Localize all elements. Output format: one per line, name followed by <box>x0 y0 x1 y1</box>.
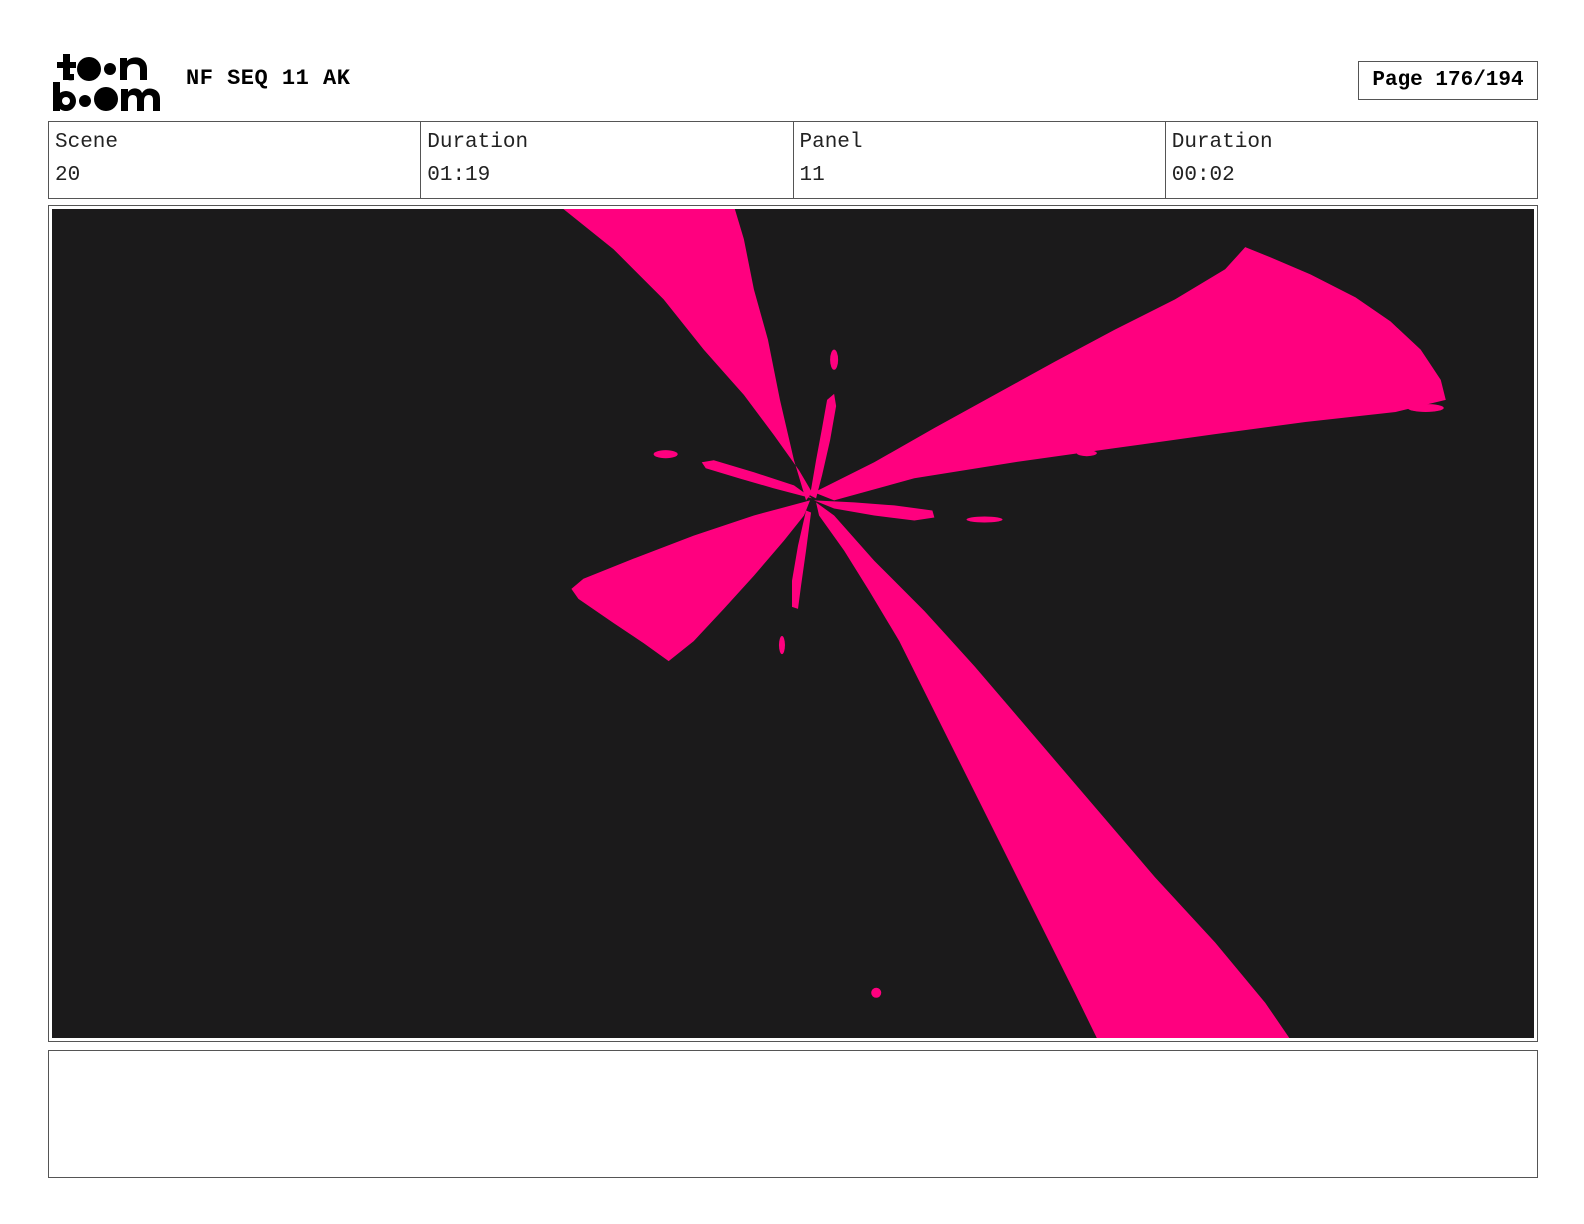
storyboard-panel-image <box>52 209 1534 1038</box>
scene-duration-value: 01:19 <box>427 164 491 187</box>
panel-value: 11 <box>799 164 825 187</box>
scene-duration-label: Duration <box>427 131 529 154</box>
burst-wedge-right <box>814 247 1446 501</box>
burst-beam-top <box>563 209 813 501</box>
scene-cell: Scene 20 <box>49 122 420 198</box>
burst-fleck <box>653 450 678 459</box>
pink-burst-drawing <box>563 209 1446 1038</box>
burst-fleck <box>1407 403 1444 412</box>
project-title: NF SEQ 11 AK <box>186 66 351 91</box>
scene-info-table: Scene 20 Duration 01:19 Panel 11 Duratio… <box>48 121 1538 199</box>
burst-wedge-left <box>571 500 811 662</box>
scene-duration-cell: Duration 01:19 <box>420 122 792 198</box>
panel-notes-box <box>48 1050 1538 1178</box>
burst-spike-up <box>810 393 837 499</box>
panel-cell: Panel 11 <box>792 122 1165 198</box>
scene-label: Scene <box>55 131 119 154</box>
pink-burst <box>563 209 1446 1038</box>
burst-spike-left <box>701 460 813 499</box>
burst-beam-bottom <box>816 502 1290 1038</box>
burst-fleck <box>830 349 839 370</box>
page-number: Page 176/194 <box>1358 61 1538 100</box>
burst-fleck <box>966 516 1003 523</box>
storyboard-panel-frame <box>48 205 1538 1042</box>
scene-value: 20 <box>55 164 81 187</box>
toon-boom-logo: toon boom <box>52 50 164 112</box>
panel-label: Panel <box>799 131 863 154</box>
panel-duration-value: 00:02 <box>1171 164 1235 187</box>
burst-fleck <box>871 987 882 998</box>
burst-fleck <box>778 636 785 655</box>
burst-fleck <box>1076 450 1097 457</box>
toon-boom-logo-icon <box>53 54 160 111</box>
panel-duration-cell: Duration 00:02 <box>1164 122 1537 198</box>
panel-duration-label: Duration <box>1171 131 1273 154</box>
